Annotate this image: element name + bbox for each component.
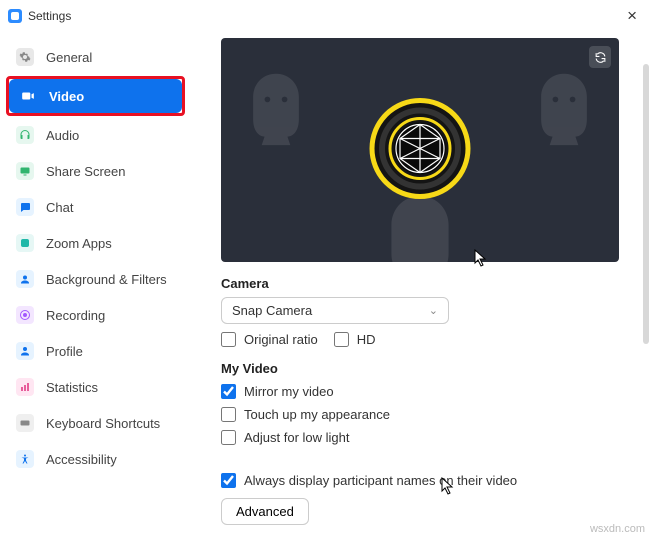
- record-icon: [16, 306, 34, 324]
- touchup-checkbox[interactable]: [221, 407, 236, 422]
- keyboard-icon: [16, 414, 34, 432]
- my-video-section-label: My Video: [221, 361, 633, 376]
- lowlight-checkbox[interactable]: [221, 430, 236, 445]
- camera-select[interactable]: Snap Camera ⌄: [221, 297, 449, 324]
- sidebar-item-zoom-apps[interactable]: Zoom Apps: [6, 226, 185, 260]
- sidebar-item-share-screen[interactable]: Share Screen: [6, 154, 185, 188]
- gear-icon: [16, 48, 34, 66]
- sidebar-item-label: Zoom Apps: [46, 236, 112, 251]
- sidebar-item-profile[interactable]: Profile: [6, 334, 185, 368]
- hd-label: HD: [357, 332, 376, 347]
- sidebar-item-chat[interactable]: Chat: [6, 190, 185, 224]
- chat-icon: [16, 198, 34, 216]
- sidebar-item-label: Keyboard Shortcuts: [46, 416, 160, 431]
- sidebar-item-background-filters[interactable]: Background & Filters: [6, 262, 185, 296]
- close-icon[interactable]: ×: [623, 6, 641, 26]
- headphone-icon: [16, 126, 34, 144]
- chevron-down-icon: ⌄: [429, 304, 438, 317]
- sidebar-item-label: Recording: [46, 308, 105, 323]
- sidebar: General Video Audio Share Screen Chat Zo…: [0, 32, 193, 541]
- sidebar-item-accessibility[interactable]: Accessibility: [6, 442, 185, 476]
- sidebar-item-recording[interactable]: Recording: [6, 298, 185, 332]
- sidebar-item-label: Background & Filters: [46, 272, 167, 287]
- sidebar-item-label: General: [46, 50, 92, 65]
- touchup-label: Touch up my appearance: [244, 407, 390, 422]
- always-names-checkbox[interactable]: [221, 473, 236, 488]
- sidebar-item-label: Accessibility: [46, 452, 117, 467]
- video-preview: [221, 38, 619, 262]
- share-screen-icon: [16, 162, 34, 180]
- sidebar-item-label: Share Screen: [46, 164, 126, 179]
- profile-icon: [16, 342, 34, 360]
- mirror-label: Mirror my video: [244, 384, 334, 399]
- video-icon: [19, 87, 37, 105]
- sidebar-item-label: Video: [49, 89, 84, 104]
- watermark: wsxdn.com: [590, 523, 645, 535]
- sidebar-item-statistics[interactable]: Statistics: [6, 370, 185, 404]
- rotate-icon[interactable]: [589, 46, 611, 68]
- app-icon: [8, 9, 22, 23]
- stats-icon: [16, 378, 34, 396]
- advanced-button[interactable]: Advanced: [221, 498, 309, 525]
- sidebar-item-label: Statistics: [46, 380, 98, 395]
- always-names-label: Always display participant names on thei…: [244, 473, 517, 488]
- mirror-checkbox[interactable]: [221, 384, 236, 399]
- apps-icon: [16, 234, 34, 252]
- snap-camera-lens: [365, 94, 475, 207]
- camera-section-label: Camera: [221, 276, 633, 291]
- sidebar-item-general[interactable]: General: [6, 40, 185, 74]
- lowlight-label: Adjust for low light: [244, 430, 350, 445]
- camera-selected-value: Snap Camera: [232, 303, 312, 318]
- original-ratio-label: Original ratio: [244, 332, 318, 347]
- sidebar-item-label: Audio: [46, 128, 79, 143]
- accessibility-icon: [16, 450, 34, 468]
- sidebar-item-video[interactable]: Video: [9, 79, 182, 113]
- hd-checkbox[interactable]: [334, 332, 349, 347]
- background-icon: [16, 270, 34, 288]
- sidebar-item-label: Profile: [46, 344, 83, 359]
- sidebar-item-audio[interactable]: Audio: [6, 118, 185, 152]
- sidebar-item-label: Chat: [46, 200, 73, 215]
- scrollbar[interactable]: [643, 64, 649, 344]
- sidebar-item-keyboard-shortcuts[interactable]: Keyboard Shortcuts: [6, 406, 185, 440]
- original-ratio-checkbox[interactable]: [221, 332, 236, 347]
- video-settings-panel: Camera Snap Camera ⌄ Original ratio HD M…: [193, 32, 651, 541]
- window-title: Settings: [28, 9, 71, 23]
